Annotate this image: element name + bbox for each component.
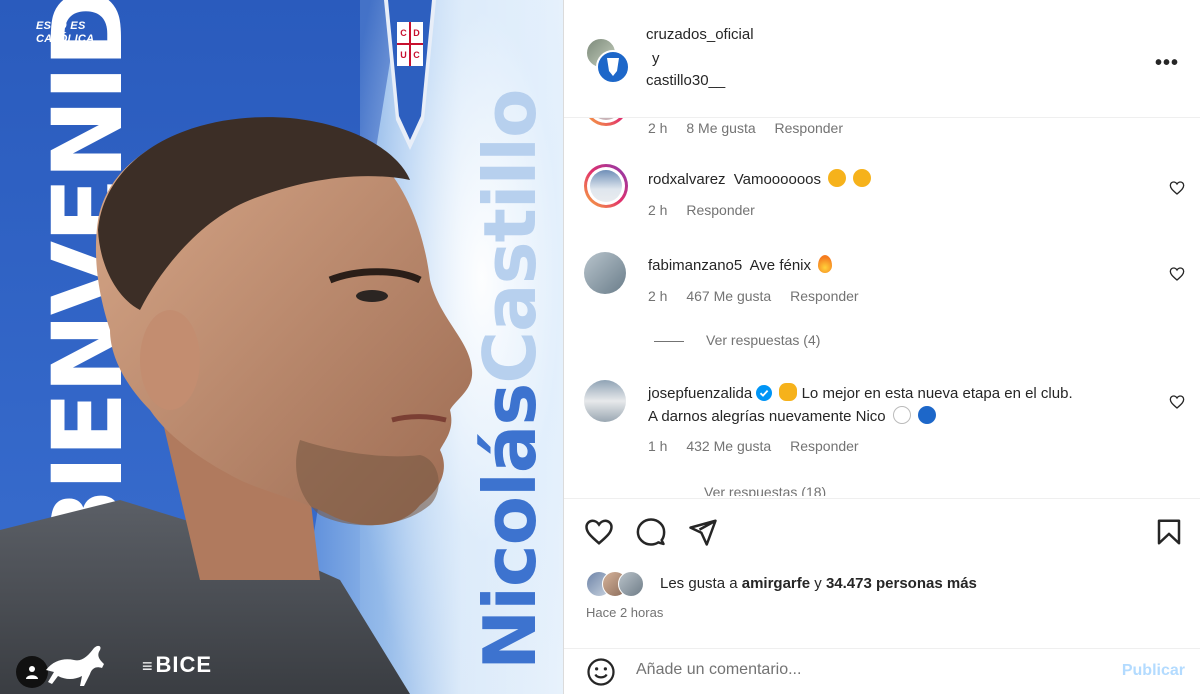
author-avatars[interactable] (584, 38, 630, 84)
comment-username[interactable]: fabimanzano5 (648, 257, 742, 274)
liker-avatars[interactable] (586, 571, 650, 597)
publish-button[interactable]: Publicar (1122, 662, 1185, 680)
comment-body: Ave fénix (749, 257, 812, 274)
fire-emoji-icon (818, 255, 833, 273)
post-actions: Les gusta a amirgarfe y 34.473 personas … (564, 498, 1200, 669)
svg-text:C: C (400, 28, 407, 38)
comment-likes[interactable]: 432 Me gusta (686, 438, 771, 454)
reply-button[interactable]: Responder (775, 120, 844, 136)
player-name: NicolásCastillo (468, 60, 552, 670)
comment-body-line1: Lo mejor en esta nueva etapa en el club. (801, 385, 1073, 402)
comment-likes[interactable]: 8 Me gusta (686, 120, 755, 136)
like-comment-heart-icon[interactable] (1169, 180, 1185, 196)
comment-time: 1 h (648, 438, 668, 454)
comment-input[interactable]: Añade un comentario... (636, 661, 801, 679)
view-replies-button[interactable]: Ver respuestas (4) (654, 332, 820, 348)
avatar[interactable] (584, 380, 626, 422)
post-header: cruzados_oficial y castillo30__ ••• (564, 0, 1200, 118)
avatar[interactable] (584, 118, 628, 126)
reply-button[interactable]: Responder (790, 288, 859, 304)
comment-text: A darnos alegrías nuevamente Nico (648, 405, 936, 428)
comment-meta: 2 h 8 Me gusta Responder (648, 120, 858, 136)
bice-sponsor-logo: ≡BICE (142, 652, 212, 678)
comment-likes[interactable]: 467 Me gusta (686, 288, 771, 304)
view-replies-button[interactable]: Ver respuestas (18) (654, 484, 826, 496)
avatar[interactable] (584, 164, 628, 208)
comment-meta: 2 h Responder (648, 202, 770, 218)
view-replies-label: Ver respuestas (4) (706, 332, 821, 348)
player-photo (0, 117, 473, 694)
view-replies-label: Ver respuestas (18) (704, 484, 827, 496)
comment-text: fabimanzano5 Ave fénix (648, 254, 833, 277)
like-heart-icon[interactable] (584, 517, 614, 547)
likes-others-count[interactable]: 34.473 personas más (826, 575, 977, 592)
white-circle-emoji-icon (892, 406, 911, 424)
replies-divider (654, 340, 684, 342)
player-first-name: Nicolás (468, 383, 552, 670)
bice-bars-icon: ≡ (142, 656, 154, 676)
comment-text: rodxalvarez Vamoooooos (648, 168, 872, 191)
author-separator: y (652, 50, 660, 67)
emoji-picker-icon[interactable] (586, 657, 616, 687)
author-username-1[interactable]: cruzados_oficial (646, 26, 754, 43)
avatar (596, 50, 630, 84)
post-image[interactable]: ESTO ES CATÓLICA BIENVENIDO C D U C Nico… (0, 0, 563, 694)
player-last-name: Castillo (468, 89, 552, 384)
comment-meta: 2 h 467 Me gusta Responder (648, 288, 874, 304)
comment-text: josepfuenzalida Lo mejor en esta nueva e… (648, 382, 1073, 405)
comment-time: 2 h (648, 120, 668, 136)
likes-conjunction: y (814, 575, 822, 592)
comment-bubble-icon[interactable] (636, 517, 666, 547)
heart-eyes-emoji-icon (828, 169, 847, 187)
add-comment-bar: Añade un comentario... Publicar (564, 648, 1200, 695)
likes-text: Les gusta a amirgarfe y 34.473 personas … (660, 575, 977, 592)
comment-body: Vamoooooos (733, 171, 822, 188)
comments-list[interactable]: 2 h 8 Me gusta Responder 2 h 8 Me gusta … (564, 118, 1200, 496)
reply-button[interactable]: Responder (790, 438, 859, 454)
post-details-panel: cruzados_oficial y castillo30__ ••• 2 h … (563, 0, 1200, 694)
blue-circle-emoji-icon (918, 406, 936, 424)
comment-username[interactable]: josepfuenzalida (648, 385, 752, 402)
more-options-button[interactable]: ••• (1155, 52, 1179, 75)
avatar (618, 571, 644, 597)
club-crest-icon (607, 58, 619, 76)
bice-text: BICE (155, 652, 213, 677)
comment-body-line2: A darnos alegrías nuevamente Nico (648, 408, 886, 425)
author-username-2[interactable]: castillo30__ (646, 72, 725, 89)
svg-text:U: U (400, 50, 407, 60)
comment-meta: 1 h 432 Me gusta Responder (648, 438, 874, 454)
svg-text:C: C (413, 50, 420, 60)
comment-time: 2 h (648, 288, 668, 304)
heart-eyes-emoji-icon (853, 169, 872, 187)
puma-logo-icon (46, 645, 104, 686)
like-comment-heart-icon[interactable] (1169, 394, 1185, 410)
avatar[interactable] (584, 252, 626, 294)
svg-text:D: D (413, 28, 420, 38)
save-bookmark-icon[interactable] (1154, 517, 1184, 547)
flexed-biceps-emoji-icon (779, 383, 798, 401)
share-paper-plane-icon[interactable] (688, 517, 718, 547)
liker-username[interactable]: amirgarfe (742, 575, 810, 592)
verified-badge-icon (756, 385, 773, 401)
post-timestamp[interactable]: Hace 2 horas (586, 605, 663, 620)
comment-username[interactable]: rodxalvarez (648, 171, 726, 188)
reply-button[interactable]: Responder (686, 202, 755, 218)
likes-prefix: Les gusta a (660, 575, 738, 592)
like-comment-heart-icon[interactable] (1169, 266, 1185, 282)
comment-time: 2 h (648, 202, 668, 218)
